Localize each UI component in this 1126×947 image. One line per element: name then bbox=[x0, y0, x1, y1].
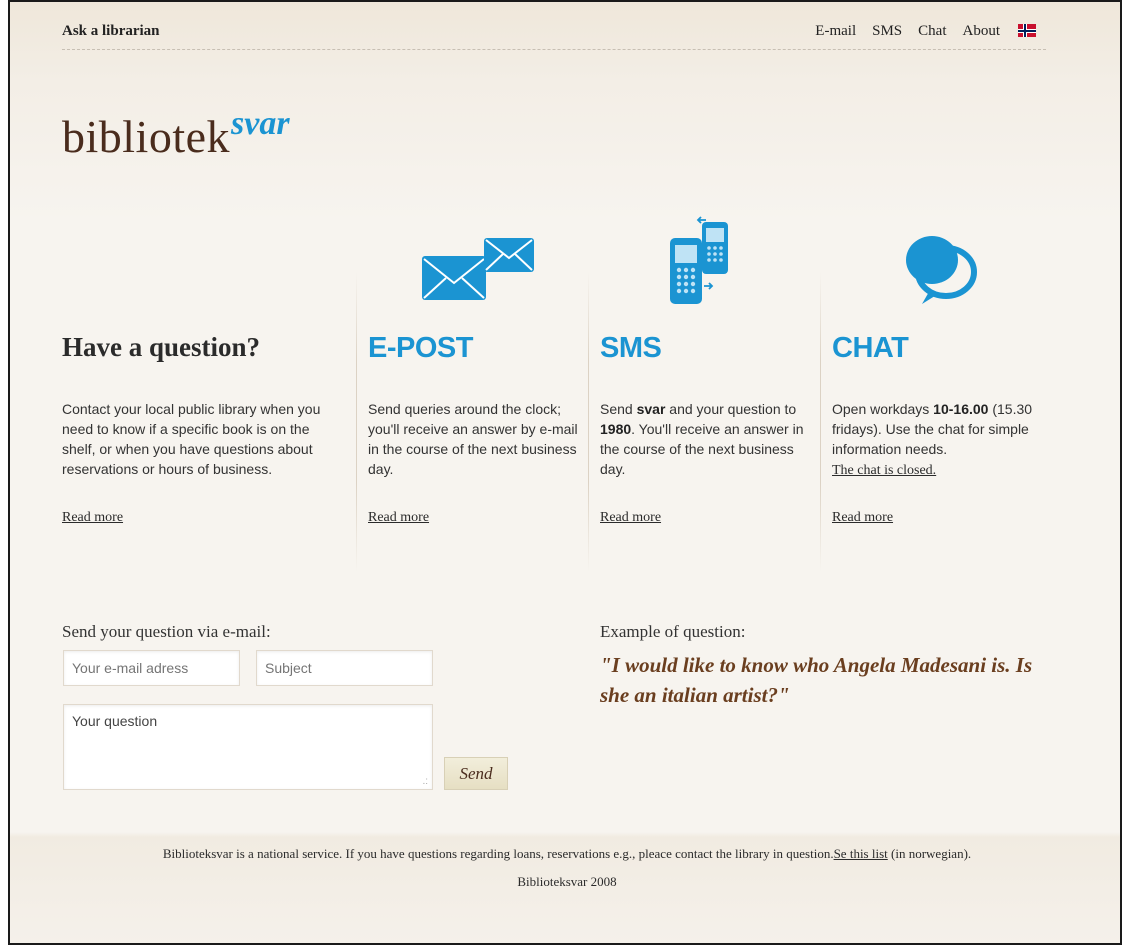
sms-number: 1980 bbox=[600, 421, 632, 437]
example-label: Example of question: bbox=[600, 622, 746, 641]
resize-handle-icon[interactable]: .: bbox=[422, 776, 428, 787]
email-column: E-POST Send queries around the clock; yo… bbox=[356, 238, 588, 572]
footer-list-link[interactable]: Se this list bbox=[834, 846, 888, 861]
mobile-phones-icon bbox=[670, 216, 728, 304]
sms-read-more-link[interactable]: Read more bbox=[600, 510, 661, 526]
example-quote: "I would like to know who Angela Madesan… bbox=[600, 653, 1033, 707]
site-name: Ask a librarian bbox=[62, 23, 160, 39]
footer: Biblioteksvar is a national service. If … bbox=[10, 838, 1120, 890]
chat-column: CHAT Open workdays 10-16.00 (15.30 frida… bbox=[820, 236, 1052, 572]
question-textarea[interactable]: Your question .: bbox=[63, 704, 433, 790]
logo-main: bibliotek bbox=[62, 111, 231, 162]
nav-chat[interactable]: Chat bbox=[918, 23, 946, 40]
email-field[interactable] bbox=[63, 650, 240, 686]
envelope-icon bbox=[422, 238, 534, 300]
chat-text: Open workdays 10-16.00 (15.30 fridays). … bbox=[832, 401, 1033, 478]
chat-status-link[interactable]: The chat is closed. bbox=[832, 463, 936, 478]
email-title: E-POST bbox=[368, 332, 473, 364]
intro-text: Contact your local public library when y… bbox=[62, 401, 321, 477]
logo-accent: svar bbox=[231, 105, 290, 142]
speech-bubble-icon bbox=[906, 236, 977, 304]
logo[interactable]: biblioteksvar bbox=[62, 105, 290, 163]
top-nav: E-mail SMS Chat About bbox=[815, 23, 1036, 40]
email-read-more-link[interactable]: Read more bbox=[368, 510, 429, 526]
norwegian-flag-icon[interactable] bbox=[1018, 24, 1036, 37]
nav-about[interactable]: About bbox=[963, 23, 1001, 40]
chat-title: CHAT bbox=[832, 332, 909, 364]
sms-title: SMS bbox=[600, 332, 662, 364]
page: Ask a librarian E-mail SMS Chat About bi… bbox=[8, 0, 1122, 945]
nav-email[interactable]: E-mail bbox=[815, 23, 856, 40]
form-title: Send your question via e-mail: bbox=[62, 622, 271, 641]
chat-hours: 10-16.00 bbox=[933, 401, 989, 417]
nav-sms[interactable]: SMS bbox=[872, 23, 902, 40]
sms-column: SMS Send svar and your question to 1980.… bbox=[588, 216, 820, 572]
intro-read-more-link[interactable]: Read more bbox=[62, 510, 123, 526]
footer-copyright: Biblioteksvar 2008 bbox=[517, 874, 617, 889]
email-text: Send queries around the clock; you'll re… bbox=[368, 401, 578, 477]
chat-read-more-link[interactable]: Read more bbox=[832, 510, 893, 526]
sms-keyword: svar bbox=[636, 401, 666, 417]
intro-title: Have a question? bbox=[62, 332, 261, 362]
question-placeholder: Your question bbox=[72, 713, 158, 729]
subject-field[interactable] bbox=[256, 650, 433, 686]
intro-column: Have a question? Contact your local publ… bbox=[62, 272, 352, 572]
send-button[interactable]: Send bbox=[444, 757, 508, 790]
top-bar: Ask a librarian E-mail SMS Chat About bbox=[62, 16, 1046, 50]
sms-text: Send svar and your question to 1980. You… bbox=[600, 401, 804, 477]
footer-text: Biblioteksvar is a national service. If … bbox=[162, 846, 972, 861]
